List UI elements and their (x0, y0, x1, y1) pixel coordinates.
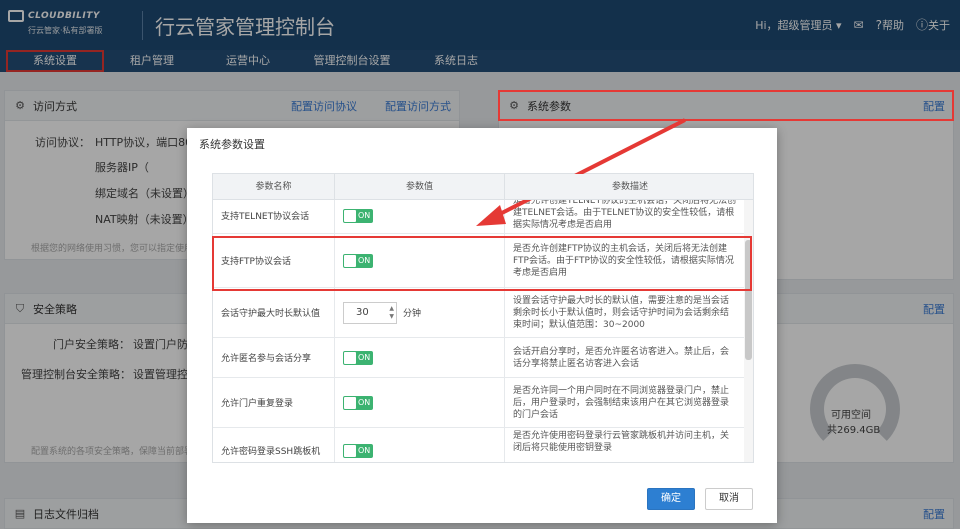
col-header-name: 参数名称 (213, 174, 335, 199)
col-header-desc: 参数描述 (611, 182, 648, 192)
annotation-arrow (476, 118, 686, 226)
col-header-value: 参数值 (335, 174, 505, 199)
